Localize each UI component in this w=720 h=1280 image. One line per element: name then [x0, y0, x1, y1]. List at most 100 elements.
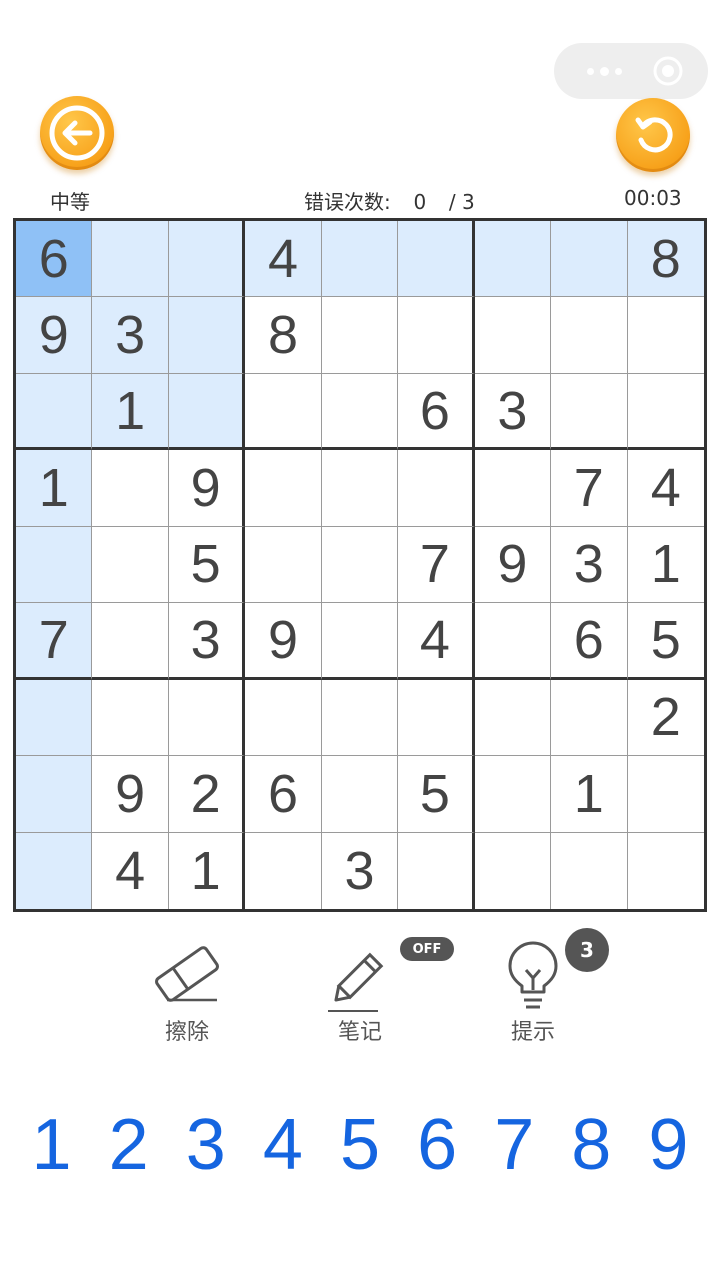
board-cell-r2-c3[interactable]: [168, 297, 246, 374]
more-dots-icon[interactable]: [574, 43, 634, 99]
number-button-5[interactable]: 5: [321, 1100, 398, 1190]
number-pad: 1 2 3 4 5 6 7 8 9: [13, 1100, 707, 1190]
board-cell-r7-c4[interactable]: [245, 679, 322, 757]
board-cell-r3-c8[interactable]: [551, 373, 628, 451]
board-cell-r4-c8[interactable]: 7: [551, 450, 628, 527]
board-cell-r7-c6[interactable]: [398, 679, 475, 757]
board-cell-r3-c1[interactable]: [16, 373, 93, 451]
board-cell-r7-c7[interactable]: [474, 679, 552, 757]
board-cell-r5-c4[interactable]: [245, 526, 322, 604]
board-cell-r2-c4[interactable]: 8: [245, 297, 322, 374]
number-button-4[interactable]: 4: [244, 1100, 321, 1190]
board-cell-r7-c8[interactable]: [551, 679, 628, 757]
board-cell-r7-c3[interactable]: [168, 679, 246, 757]
board-cell-r5-c8[interactable]: 3: [551, 526, 628, 604]
board-cell-r9-c8[interactable]: [551, 832, 628, 909]
board-cell-r9-c3[interactable]: 1: [169, 832, 246, 909]
board-cell-r7-c2[interactable]: [92, 679, 169, 757]
board-cell-r3-c9[interactable]: [627, 374, 704, 451]
board-cell-r6-c2[interactable]: [92, 603, 169, 680]
board-cell-r1-c5[interactable]: [321, 221, 399, 298]
target-close-icon[interactable]: [652, 55, 684, 87]
board-cell-r5-c3[interactable]: 5: [168, 526, 246, 604]
board-cell-r9-c4[interactable]: [245, 832, 322, 909]
board-cell-r3-c3[interactable]: [168, 373, 246, 451]
board-cell-r1-c4[interactable]: 4: [245, 221, 322, 298]
board-cell-r5-c6[interactable]: 7: [398, 526, 475, 604]
board-cell-r4-c5[interactable]: [321, 450, 399, 527]
board-cell-r4-c6[interactable]: [398, 450, 475, 527]
board-cell-r1-c9[interactable]: 8: [627, 221, 704, 298]
board-cell-r3-c6[interactable]: 6: [398, 373, 475, 451]
board-cell-r6-c4[interactable]: 9: [245, 603, 322, 680]
board-cell-r5-c2[interactable]: [92, 526, 169, 604]
board-cell-r2-c8[interactable]: [551, 297, 628, 374]
board-cell-r7-c5[interactable]: [321, 679, 399, 757]
board-cell-r8-c1[interactable]: [16, 756, 93, 833]
board-cell-r8-c4[interactable]: 6: [245, 756, 322, 833]
difficulty-label: 中等: [50, 190, 90, 214]
board-cell-r4-c7[interactable]: [474, 450, 552, 527]
board-cell-r6-c5[interactable]: [321, 603, 399, 680]
board-cell-r2-c1[interactable]: 9: [16, 297, 93, 374]
back-button[interactable]: [40, 96, 114, 170]
board-cell-r1-c6[interactable]: [398, 221, 475, 298]
hint-button[interactable]: 3 提示: [473, 928, 609, 1050]
board-cell-r8-c6[interactable]: 5: [398, 756, 475, 833]
hint-count-badge: 3: [565, 928, 609, 972]
board-cell-r1-c7[interactable]: [474, 221, 552, 298]
reset-button[interactable]: [616, 98, 690, 172]
board-cell-r3-c7[interactable]: 3: [474, 373, 552, 451]
board-cell-r9-c2[interactable]: 4: [92, 832, 169, 909]
board-cell-r8-c7[interactable]: [474, 756, 552, 833]
board-cell-r4-c9[interactable]: 4: [627, 450, 704, 527]
board-cell-r8-c9[interactable]: [627, 756, 704, 833]
board-cell-r6-c9[interactable]: 5: [627, 603, 704, 680]
board-cell-r2-c5[interactable]: [321, 297, 399, 374]
board-cell-r8-c5[interactable]: [321, 756, 399, 833]
board-cell-r1-c8[interactable]: [551, 221, 628, 298]
board-cell-r9-c7[interactable]: [475, 832, 552, 909]
board-cell-r8-c2[interactable]: 9: [92, 756, 169, 833]
board-cell-r6-c6[interactable]: 4: [398, 603, 475, 680]
board-cell-r6-c3[interactable]: 3: [168, 603, 246, 680]
board-cell-r2-c2[interactable]: 3: [92, 297, 169, 374]
number-button-6[interactable]: 6: [399, 1100, 476, 1190]
board-cell-r9-c1[interactable]: [16, 832, 93, 909]
board-cell-r4-c2[interactable]: [92, 450, 169, 527]
board-cell-r9-c5[interactable]: 3: [322, 832, 399, 909]
number-button-9[interactable]: 9: [630, 1100, 707, 1190]
number-button-8[interactable]: 8: [553, 1100, 630, 1190]
board-cell-r4-c1[interactable]: 1: [16, 450, 93, 527]
board-cell-r7-c9[interactable]: 2: [627, 680, 704, 757]
number-button-2[interactable]: 2: [90, 1100, 167, 1190]
board-cell-r5-c9[interactable]: 1: [627, 527, 704, 604]
board-cell-r1-c2[interactable]: [92, 221, 169, 298]
erase-button[interactable]: 擦除: [127, 940, 247, 1050]
board-cell-r2-c7[interactable]: [474, 297, 552, 374]
board-cell-r9-c6[interactable]: [398, 832, 475, 909]
board-cell-r3-c4[interactable]: [245, 373, 322, 451]
board-cell-r6-c1[interactable]: 7: [16, 603, 93, 680]
board-cell-r4-c3[interactable]: 9: [168, 450, 246, 527]
note-button[interactable]: OFF 笔记: [300, 937, 454, 1050]
board-cell-r5-c7[interactable]: 9: [474, 526, 552, 604]
board-cell-r8-c8[interactable]: 1: [551, 756, 628, 833]
board-cell-r4-c4[interactable]: [245, 450, 322, 527]
board-cell-r8-c3[interactable]: 2: [168, 756, 246, 833]
board-cell-r2-c9[interactable]: [627, 297, 704, 374]
board-cell-r5-c5[interactable]: [321, 526, 399, 604]
board-cell-r2-c6[interactable]: [398, 297, 475, 374]
board-cell-r3-c2[interactable]: 1: [92, 373, 169, 451]
board-cell-r5-c1[interactable]: [16, 526, 93, 604]
number-button-3[interactable]: 3: [167, 1100, 244, 1190]
board-cell-r1-c1[interactable]: 6: [16, 221, 93, 298]
board-cell-r3-c5[interactable]: [321, 373, 399, 451]
board-cell-r1-c3[interactable]: [168, 221, 246, 298]
board-cell-r7-c1[interactable]: [16, 679, 93, 757]
number-button-1[interactable]: 1: [13, 1100, 90, 1190]
board-cell-r9-c9[interactable]: [628, 833, 704, 909]
board-cell-r6-c8[interactable]: 6: [551, 603, 628, 680]
board-cell-r6-c7[interactable]: [474, 603, 552, 680]
number-button-7[interactable]: 7: [476, 1100, 553, 1190]
